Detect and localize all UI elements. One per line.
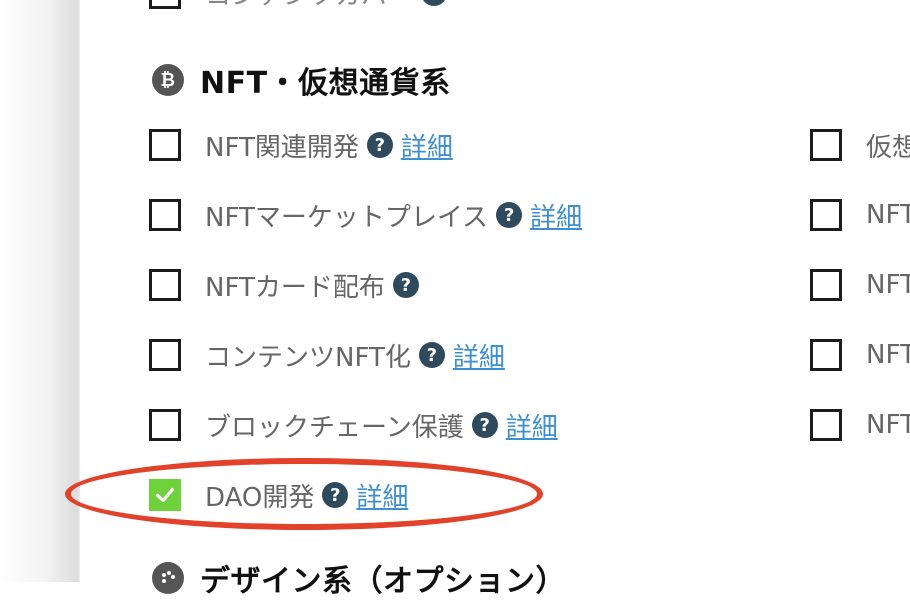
checkbox[interactable]: [149, 269, 181, 301]
checkbox[interactable]: [149, 129, 181, 161]
item-label: NFTマーケットプレイス: [205, 202, 489, 233]
checkbox-item-right-4[interactable]: NFT: [810, 332, 910, 378]
help-icon[interactable]: ?: [366, 132, 393, 158]
checkbox[interactable]: [810, 129, 842, 161]
detail-link[interactable]: 詳細: [506, 407, 558, 444]
help-icon[interactable]: ?: [471, 412, 498, 438]
section-title-text: NFT・仮想通貨系: [200, 66, 451, 101]
left-panel-shadow: [0, 0, 80, 582]
item-label: NFTカード配布: [205, 272, 385, 303]
item-label: ブロックチェーン保護: [205, 412, 464, 443]
checkbox-item-right-3[interactable]: NFT: [810, 262, 910, 308]
checkbox-item-right-5[interactable]: NFT: [810, 402, 910, 448]
item-label: NFT: [866, 410, 910, 440]
checkbox-item-right-2[interactable]: NFT: [810, 192, 910, 238]
checkbox[interactable]: [810, 199, 842, 231]
checkbox[interactable]: [149, 409, 181, 441]
checkbox[interactable]: [810, 269, 842, 301]
section-title-text: デザイン系（オプション）: [200, 564, 566, 599]
item-label: DAO開発: [205, 482, 315, 513]
item-label: コンテンツカバー: [205, 0, 413, 12]
checkbox[interactable]: [810, 339, 842, 371]
item-label: 仮想: [866, 132, 910, 163]
checkbox[interactable]: [149, 0, 181, 9]
detail-link[interactable]: 詳細: [453, 337, 505, 374]
help-icon[interactable]: ?: [322, 482, 349, 508]
bitcoin-icon: ₿: [152, 64, 184, 96]
checkbox-item-blockchain-protection[interactable]: ブロックチェーン保護 ? 詳細: [149, 402, 558, 448]
section-title-nft-crypto: ₿ NFT・仮想通貨系: [152, 58, 451, 102]
checkbox[interactable]: [149, 339, 181, 371]
checkbox-item-nft-dev[interactable]: NFT関連開発 ? 詳細: [149, 122, 453, 168]
checkbox-item-right-1[interactable]: 仮想: [810, 122, 910, 168]
detail-link[interactable]: 詳細: [530, 197, 582, 234]
item-label: NFT: [866, 270, 910, 300]
help-icon[interactable]: ?: [496, 202, 523, 228]
section-title-design: デザイン系（オプション）: [152, 556, 566, 600]
checkbox[interactable]: [810, 409, 842, 441]
checkbox-item-dao-dev[interactable]: DAO開発 ? 詳細: [149, 472, 408, 518]
detail-link[interactable]: 詳細: [401, 127, 453, 164]
checkmark-icon: [156, 487, 174, 503]
item-label: コンテンツNFT化: [205, 342, 411, 373]
checkbox[interactable]: [149, 199, 181, 231]
help-icon[interactable]: ?: [421, 0, 448, 6]
item-label: NFT関連開発: [205, 132, 359, 163]
help-icon[interactable]: ?: [392, 272, 419, 298]
item-label: NFT: [866, 200, 910, 230]
item-label: NFT: [866, 340, 910, 370]
checkbox-item-content-nft[interactable]: コンテンツNFT化 ? 詳細: [149, 332, 505, 378]
palette-icon: [152, 562, 184, 594]
detail-link[interactable]: 詳細: [356, 477, 408, 514]
checkbox-item-nft-marketplace[interactable]: NFTマーケットプレイス ? 詳細: [149, 192, 582, 238]
help-icon[interactable]: ?: [418, 342, 445, 368]
checkbox-checked[interactable]: [149, 479, 181, 511]
checkbox-item-nft-card[interactable]: NFTカード配布 ?: [149, 262, 419, 308]
checkbox-item-content-cover[interactable]: コンテンツカバー ?: [149, 0, 448, 16]
